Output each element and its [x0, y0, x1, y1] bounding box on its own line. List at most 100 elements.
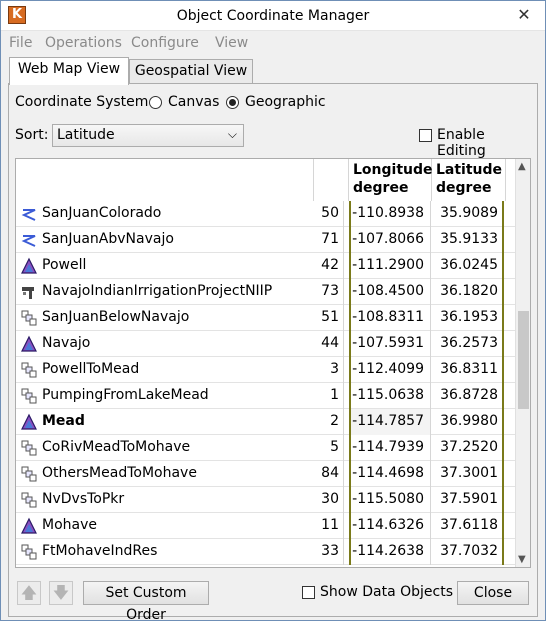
- radio-geographic[interactable]: [226, 96, 239, 109]
- object-name: SanJuanAbvNavajo: [42, 231, 174, 247]
- close-button[interactable]: Close: [457, 581, 529, 605]
- longitude-value[interactable]: -114.7939: [349, 435, 431, 461]
- header-longitude-unit: degree: [353, 180, 409, 196]
- longitude-value[interactable]: -108.8311: [349, 305, 431, 331]
- header-longitude-label: Longitude: [353, 162, 433, 178]
- table-scrollbar[interactable]: ▲ ▼: [515, 159, 530, 567]
- longitude-value[interactable]: -107.8066: [349, 227, 431, 253]
- table-row[interactable]: Mead 2 -114.7857 36.9980: [16, 409, 516, 435]
- scroll-down-icon[interactable]: ▼: [518, 554, 526, 565]
- show-data-objects-checkbox[interactable]: [302, 586, 315, 599]
- reach-icon: [20, 231, 38, 249]
- latitude-value[interactable]: 37.7032: [432, 539, 504, 565]
- table-row[interactable]: PowellToMead 3 -112.4099 36.8311: [16, 357, 516, 383]
- table-row[interactable]: Navajo 44 -107.5931 36.2573: [16, 331, 516, 357]
- object-name: Powell: [42, 257, 87, 273]
- enable-editing-label[interactable]: Enable Editing: [437, 127, 537, 159]
- object-coordinate-manager-window: K Object Coordinate Manager ✕ File Opera…: [0, 0, 546, 623]
- longitude-value[interactable]: -107.5931: [349, 331, 431, 357]
- enable-editing-checkbox[interactable]: [419, 129, 432, 142]
- scroll-up-icon[interactable]: ▲: [518, 161, 526, 172]
- table-row[interactable]: SanJuanAbvNavajo 71 -107.8066 35.9133: [16, 227, 516, 253]
- radio-geographic-label[interactable]: Geographic: [245, 94, 326, 110]
- reservoir-icon: [20, 335, 38, 353]
- latitude-value[interactable]: 35.9133: [432, 227, 504, 253]
- latitude-value[interactable]: 36.9980: [432, 409, 504, 435]
- table-row[interactable]: SanJuanColorado 50 -110.8938 35.9089: [16, 201, 516, 227]
- latitude-value[interactable]: 36.8728: [432, 383, 504, 409]
- latitude-value[interactable]: 37.5901: [432, 487, 504, 513]
- sort-select[interactable]: Latitude ⌵: [52, 124, 244, 147]
- confluence-icon: [20, 439, 38, 457]
- reservoir-icon: [20, 413, 38, 431]
- title-bar: K Object Coordinate Manager ✕: [1, 1, 545, 31]
- coordinate-system-label: Coordinate System:: [15, 94, 154, 110]
- header-latitude[interactable]: Latitude degree: [432, 159, 506, 201]
- table-row[interactable]: Mohave 11 -114.6326 37.6118: [16, 513, 516, 539]
- reach-icon: [20, 205, 38, 223]
- longitude-value[interactable]: -111.2900: [349, 253, 431, 279]
- latitude-value[interactable]: 36.2573: [432, 331, 504, 357]
- close-icon[interactable]: ✕: [513, 5, 535, 25]
- table-row[interactable]: FtMohaveIndRes 33 -114.2638 37.7032: [16, 539, 516, 565]
- latitude-value[interactable]: 36.1953: [432, 305, 504, 331]
- sort-value: Latitude: [57, 127, 115, 143]
- longitude-value[interactable]: -115.5080: [349, 487, 431, 513]
- menu-bar: File Operations Configure View: [1, 32, 545, 56]
- object-id: 11: [314, 513, 344, 539]
- header-latitude-label: Latitude: [436, 162, 503, 178]
- latitude-value[interactable]: 36.1820: [432, 279, 504, 305]
- move-up-arrow-icon[interactable]: 🡅: [17, 581, 41, 605]
- latitude-value[interactable]: 36.8311: [432, 357, 504, 383]
- radio-canvas-label[interactable]: Canvas: [168, 94, 219, 110]
- header-longitude[interactable]: Longitude degree: [349, 159, 433, 201]
- confluence-icon: [20, 309, 38, 327]
- latitude-value[interactable]: 35.9089: [432, 201, 504, 227]
- tab-panel: Coordinate System: Canvas Geographic Sor…: [8, 83, 538, 623]
- longitude-value[interactable]: -114.6326: [349, 513, 431, 539]
- longitude-value[interactable]: -110.8938: [349, 201, 431, 227]
- longitude-value[interactable]: -115.0638: [349, 383, 431, 409]
- object-id: 71: [314, 227, 344, 253]
- menu-view[interactable]: View: [215, 35, 248, 51]
- confluence-icon: [20, 543, 38, 561]
- show-data-objects-label[interactable]: Show Data Objects: [320, 584, 453, 600]
- menu-operations[interactable]: Operations: [45, 35, 122, 51]
- table-row[interactable]: SanJuanBelowNavajo 51 -108.8311 36.1953: [16, 305, 516, 331]
- object-id: 33: [314, 539, 344, 565]
- object-id: 84: [314, 461, 344, 487]
- object-id: 1: [314, 383, 344, 409]
- header-id[interactable]: [314, 159, 349, 201]
- table-row[interactable]: NvDvsToPkr 30 -115.5080 37.5901: [16, 487, 516, 513]
- latitude-value[interactable]: 37.2520: [432, 435, 504, 461]
- tab-web-map-view[interactable]: Web Map View: [9, 57, 129, 85]
- diversion-icon: [20, 283, 38, 301]
- latitude-value[interactable]: 37.3001: [432, 461, 504, 487]
- confluence-icon: [20, 491, 38, 509]
- latitude-value[interactable]: 36.0245: [432, 253, 504, 279]
- scroll-thumb[interactable]: [518, 311, 529, 409]
- longitude-value[interactable]: -114.4698: [349, 461, 431, 487]
- set-custom-order-button[interactable]: Set Custom Order: [83, 581, 209, 623]
- radio-canvas[interactable]: [149, 96, 162, 109]
- confluence-icon: [20, 387, 38, 405]
- object-name: FtMohaveIndRes: [42, 543, 158, 559]
- table-row[interactable]: CoRivMeadToMohave 5 -114.7939 37.2520: [16, 435, 516, 461]
- object-id: 42: [314, 253, 344, 279]
- object-name: Navajo: [42, 335, 91, 351]
- table-row[interactable]: Powell 42 -111.2900 36.0245: [16, 253, 516, 279]
- object-name: PumpingFromLakeMead: [42, 387, 209, 403]
- tab-geospatial-view[interactable]: Geospatial View: [129, 59, 253, 83]
- menu-file[interactable]: File: [9, 35, 32, 51]
- longitude-value[interactable]: -108.4500: [349, 279, 431, 305]
- table-row[interactable]: OthersMeadToMohave 84 -114.4698 37.3001: [16, 461, 516, 487]
- longitude-value[interactable]: -114.2638: [349, 539, 431, 565]
- latitude-value[interactable]: 37.6118: [432, 513, 504, 539]
- table-row[interactable]: PumpingFromLakeMead 1 -115.0638 36.8728: [16, 383, 516, 409]
- move-down-arrow-icon[interactable]: 🡇: [49, 581, 73, 605]
- menu-configure[interactable]: Configure: [131, 35, 199, 51]
- table-row[interactable]: NavajoIndianIrrigationProjectNIIP 73 -108.…: [16, 279, 516, 305]
- longitude-value[interactable]: -112.4099: [349, 357, 431, 383]
- longitude-value[interactable]: -114.7857: [349, 409, 431, 435]
- header-name[interactable]: [16, 159, 314, 201]
